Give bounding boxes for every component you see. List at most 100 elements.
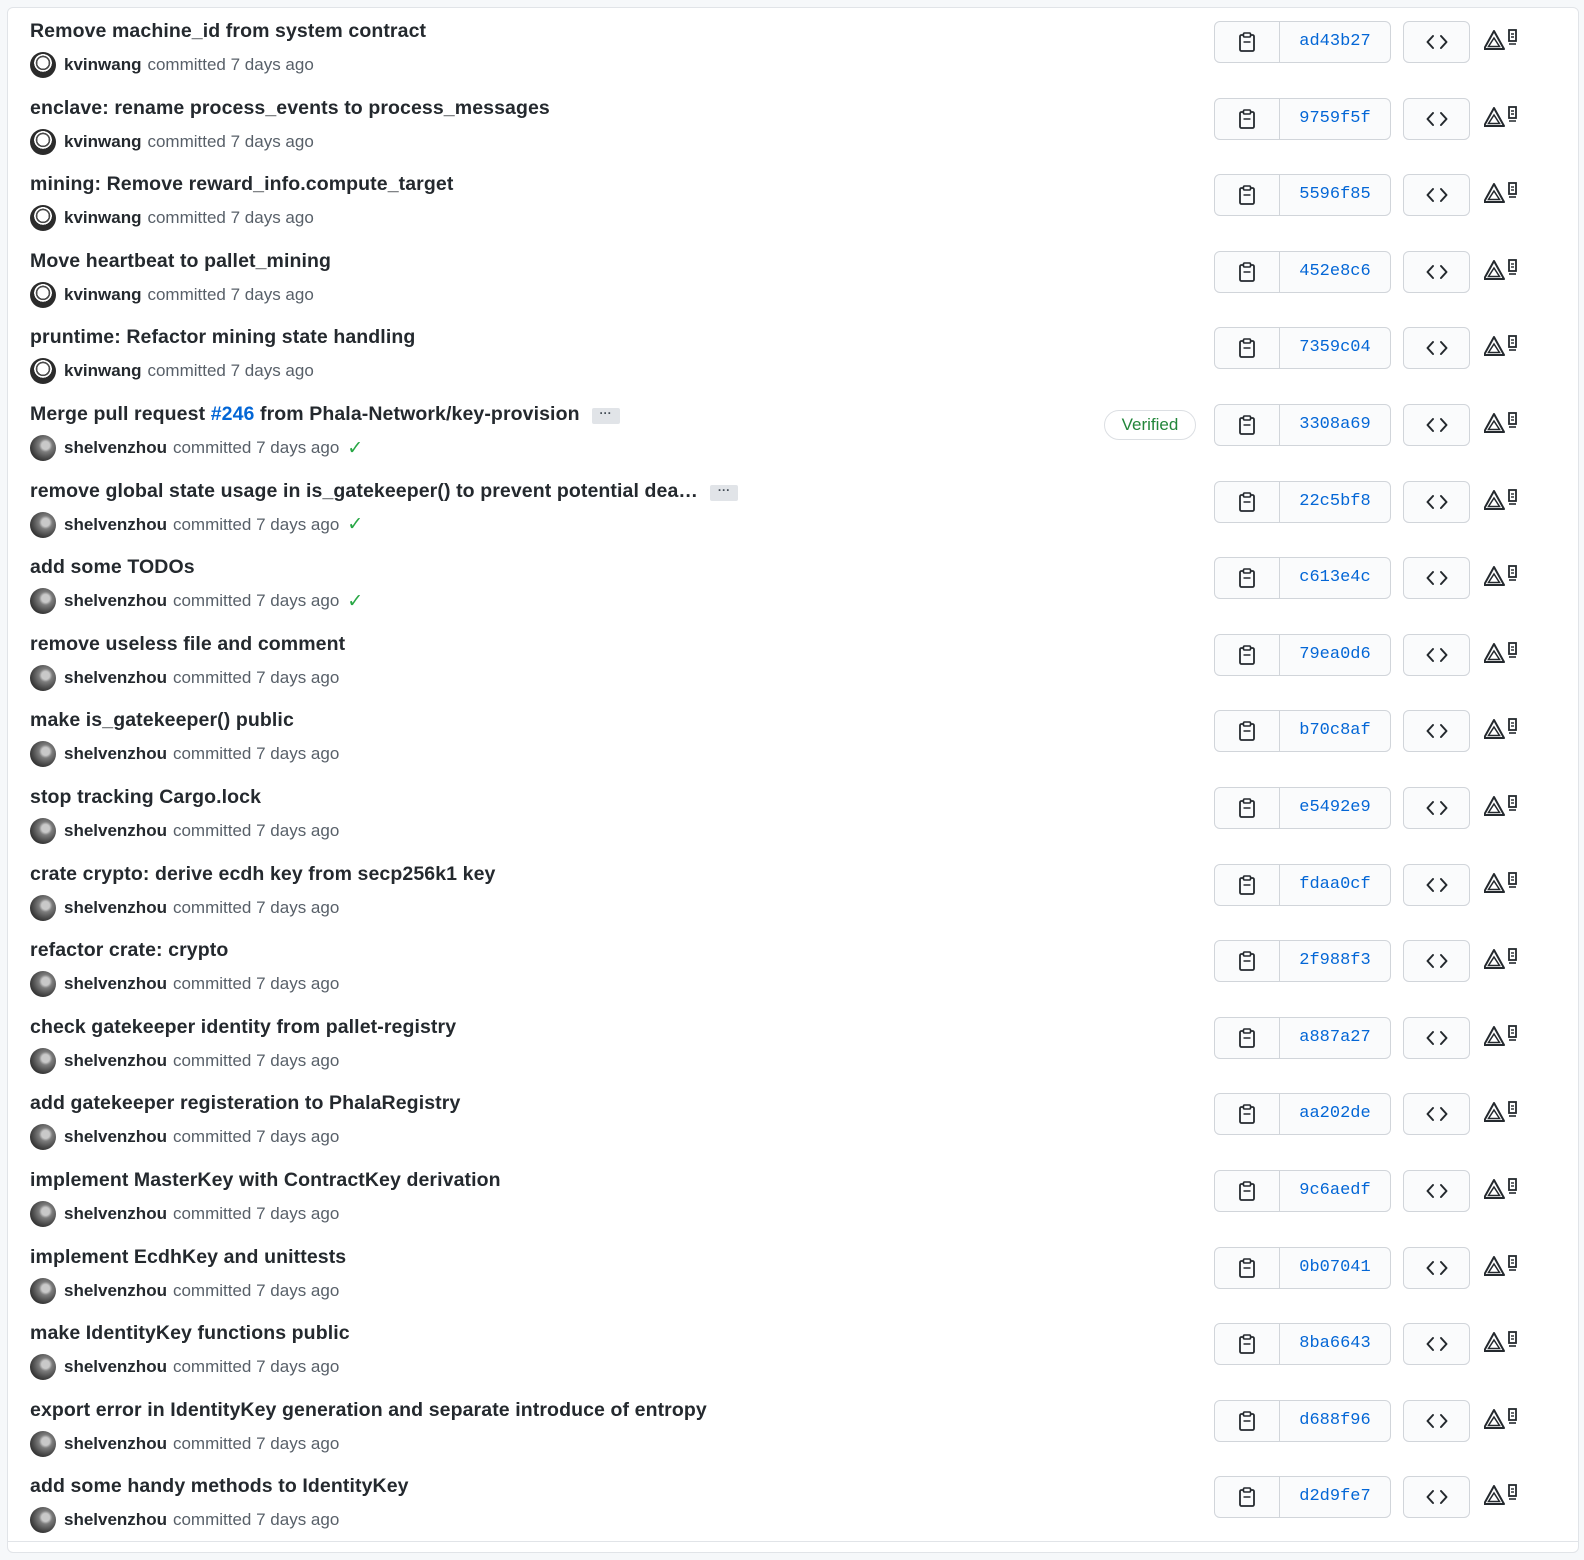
commit-sha-link[interactable]: b70c8af — [1280, 711, 1390, 751]
avatar[interactable] — [30, 818, 56, 844]
extension-icon[interactable] — [1484, 717, 1526, 743]
copy-sha-button[interactable] — [1215, 175, 1280, 216]
browse-repository-button[interactable] — [1403, 404, 1470, 446]
avatar[interactable] — [30, 281, 56, 308]
commit-message[interactable]: add gatekeeper registeration to PhalaReg… — [30, 1092, 460, 1114]
commit-message[interactable]: export error in IdentityKey generation a… — [30, 1399, 707, 1421]
extension-icon[interactable] — [1484, 794, 1526, 820]
copy-sha-button[interactable] — [1215, 558, 1280, 599]
commit-message-suffix[interactable]: from Phala-Network/key-provision — [254, 403, 580, 425]
author-link[interactable]: shelvenzhou — [64, 974, 167, 994]
verified-badge[interactable]: Verified — [1104, 410, 1196, 440]
browse-repository-button[interactable] — [1403, 1016, 1470, 1059]
author-link[interactable]: shelvenzhou — [64, 1204, 167, 1224]
browse-repository-button[interactable] — [1403, 1399, 1470, 1442]
extension-icon[interactable] — [1484, 1254, 1526, 1280]
extension-icon[interactable] — [1484, 105, 1526, 131]
extension-icon[interactable] — [1484, 1100, 1526, 1126]
commit-message[interactable]: Move heartbeat to pallet_mining — [30, 250, 331, 272]
commit-message[interactable]: implement MasterKey with ContractKey der… — [30, 1169, 501, 1191]
commit-sha-link[interactable]: a887a27 — [1280, 1018, 1390, 1058]
copy-sha-button[interactable] — [1215, 405, 1280, 445]
copy-sha-button[interactable] — [1215, 634, 1280, 675]
copy-sha-button[interactable] — [1215, 98, 1280, 139]
copy-sha-button[interactable] — [1215, 1247, 1280, 1288]
extension-icon[interactable] — [1484, 641, 1526, 667]
author-link[interactable]: shelvenzhou — [64, 898, 167, 918]
browse-repository-button[interactable] — [1403, 1093, 1470, 1136]
browse-repository-button[interactable] — [1403, 21, 1470, 63]
avatar[interactable] — [30, 52, 56, 78]
commit-message[interactable]: Merge pull request — [30, 403, 211, 425]
browse-repository-button[interactable] — [1403, 327, 1470, 370]
copy-sha-button[interactable] — [1215, 1324, 1280, 1365]
browse-repository-button[interactable] — [1403, 1246, 1470, 1289]
author-link[interactable]: kvinwang — [64, 361, 141, 381]
author-link[interactable]: shelvenzhou — [64, 744, 167, 764]
commit-sha-link[interactable]: 0b07041 — [1280, 1248, 1390, 1288]
avatar[interactable] — [30, 358, 56, 385]
copy-sha-button[interactable] — [1215, 1171, 1280, 1211]
commit-sha-link[interactable]: c613e4c — [1280, 558, 1390, 598]
commit-message[interactable]: refactor crate: crypto — [30, 939, 228, 961]
avatar[interactable] — [30, 1354, 56, 1381]
copy-sha-button[interactable] — [1215, 22, 1280, 62]
browse-repository-button[interactable] — [1403, 97, 1470, 140]
commit-sha-link[interactable]: 2f988f3 — [1280, 941, 1390, 981]
browse-repository-button[interactable] — [1403, 1323, 1470, 1366]
commit-sha-link[interactable]: 9c6aedf — [1280, 1171, 1390, 1211]
browse-repository-button[interactable] — [1403, 250, 1470, 293]
copy-sha-button[interactable] — [1215, 251, 1280, 292]
extension-icon[interactable] — [1484, 947, 1526, 973]
commit-sha-link[interactable]: e5492e9 — [1280, 788, 1390, 828]
author-link[interactable]: shelvenzhou — [64, 1281, 167, 1301]
commit-sha-link[interactable]: aa202de — [1280, 1094, 1390, 1134]
commit-sha-link[interactable]: 3308a69 — [1280, 405, 1390, 445]
browse-repository-button[interactable] — [1403, 480, 1470, 523]
avatar[interactable] — [30, 1201, 56, 1227]
pull-request-link[interactable]: #246 — [211, 403, 255, 425]
author-link[interactable]: shelvenzhou — [64, 668, 167, 688]
browse-repository-button[interactable] — [1403, 787, 1470, 829]
extension-icon[interactable] — [1484, 1483, 1526, 1509]
extension-icon[interactable] — [1484, 1407, 1526, 1433]
commit-message[interactable]: enclave: rename process_events to proces… — [30, 97, 550, 119]
copy-sha-button[interactable] — [1215, 1017, 1280, 1058]
extension-icon[interactable] — [1484, 334, 1526, 360]
commit-message[interactable]: make is_gatekeeper() public — [30, 709, 294, 731]
commit-sha-link[interactable]: 9759f5f — [1280, 99, 1390, 139]
avatar[interactable] — [30, 1430, 56, 1457]
avatar[interactable] — [30, 588, 56, 615]
browse-repository-button[interactable] — [1403, 557, 1470, 600]
avatar[interactable] — [30, 664, 56, 691]
expand-message-button[interactable]: ··· — [710, 484, 739, 501]
commit-message[interactable]: remove global state usage in is_gatekeep… — [30, 480, 698, 502]
check-icon[interactable]: ✓ — [347, 592, 363, 611]
commit-message[interactable]: remove useless file and comment — [30, 633, 345, 655]
copy-sha-button[interactable] — [1215, 711, 1280, 752]
browse-repository-button[interactable] — [1403, 940, 1470, 983]
extension-icon[interactable] — [1484, 1024, 1526, 1050]
commit-message[interactable]: make IdentityKey functions public — [30, 1322, 350, 1344]
commit-sha-link[interactable]: d688f96 — [1280, 1401, 1390, 1441]
author-link[interactable]: shelvenzhou — [64, 438, 167, 458]
avatar[interactable] — [30, 971, 56, 998]
extension-icon[interactable] — [1484, 181, 1526, 207]
commit-sha-link[interactable]: 7359c04 — [1280, 328, 1390, 368]
author-link[interactable]: shelvenzhou — [64, 591, 167, 611]
commit-message[interactable]: add some TODOs — [30, 556, 195, 578]
avatar[interactable] — [30, 1277, 56, 1304]
browse-repository-button[interactable] — [1403, 863, 1470, 906]
commit-message[interactable]: stop tracking Cargo.lock — [30, 786, 261, 808]
author-link[interactable]: shelvenzhou — [64, 1510, 167, 1530]
browse-repository-button[interactable] — [1403, 1170, 1470, 1212]
extension-icon[interactable] — [1484, 1330, 1526, 1356]
author-link[interactable]: kvinwang — [64, 132, 141, 152]
commit-message[interactable]: mining: Remove reward_info.compute_targe… — [30, 173, 453, 195]
commit-sha-link[interactable]: 22c5bf8 — [1280, 482, 1390, 522]
extension-icon[interactable] — [1484, 28, 1526, 54]
copy-sha-button[interactable] — [1215, 1477, 1280, 1518]
avatar[interactable] — [30, 1507, 56, 1534]
commit-message[interactable]: implement EcdhKey and unittests — [30, 1246, 346, 1268]
expand-message-button[interactable]: ··· — [591, 407, 620, 424]
